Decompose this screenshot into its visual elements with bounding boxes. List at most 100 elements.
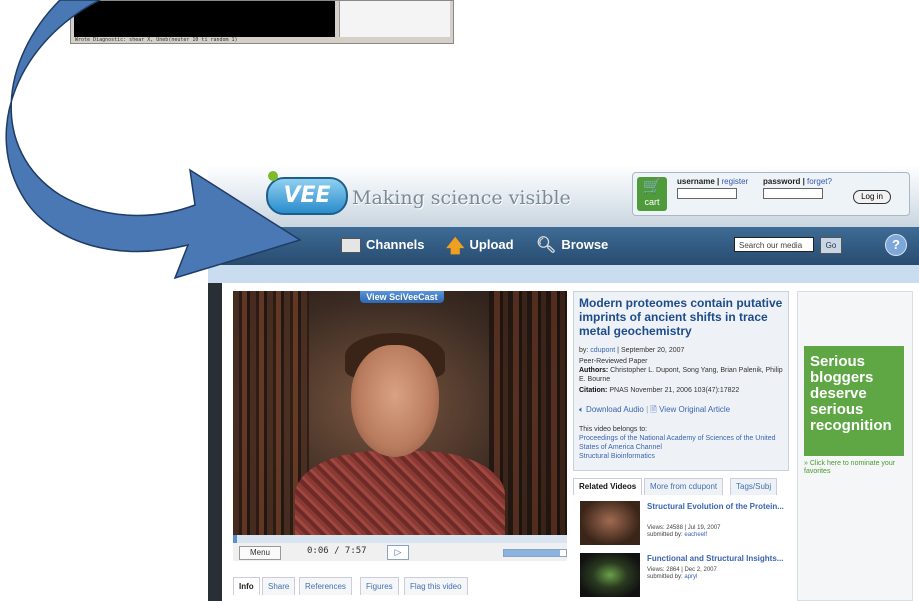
related-tabs: Related Videos More from cdupont Tags/Su… (573, 476, 789, 496)
nav-channels[interactable]: Channels (341, 237, 425, 254)
nav-browse-label: Browse (561, 237, 609, 252)
tab-share[interactable]: Share (262, 577, 296, 595)
volume-slider[interactable] (503, 549, 567, 557)
terminal-side-panel (339, 1, 450, 37)
download-audio-link[interactable]: Download Audio (586, 405, 644, 414)
username-label-row: username | register (677, 177, 749, 186)
channel-link[interactable]: Proceedings of the National Academy of S… (579, 434, 785, 452)
authors-label: Authors: (579, 367, 609, 374)
site-tagline: Making science visible (352, 187, 571, 209)
nav-upload[interactable]: 🡅 Upload (446, 235, 514, 256)
ad-banner[interactable]: Serious bloggers deserve serious recogni… (804, 346, 904, 456)
paper-type: Peer-Reviewed Paper (579, 358, 648, 365)
nav-upload-label: Upload (469, 237, 514, 252)
password-label-row: password | forget? (763, 177, 832, 186)
authors-value: Christopher L. Dupont, Song Yang, Brian … (579, 367, 783, 383)
nav-channels-label: Channels (366, 237, 425, 252)
terminal-window-fragment: Wrote Diagnostic: shear X, Uneb(neuter 1… (70, 0, 454, 44)
cart-button[interactable]: 🛒 cart (637, 177, 667, 211)
view-original-link[interactable]: View Original Article (659, 405, 730, 414)
sciveee-website: VEE Making science visible 🛒 cart userna… (208, 165, 919, 601)
magnifier-icon: 🔍︎ (536, 236, 557, 254)
tab-references[interactable]: References (299, 577, 352, 595)
speaker-icon: 🔈︎ (579, 405, 584, 414)
username-label: username (677, 177, 715, 186)
tab-info[interactable]: Info (233, 577, 260, 595)
video-thumbnail[interactable] (580, 501, 640, 545)
paper-title[interactable]: Modern proteomes contain putative imprin… (579, 296, 785, 338)
presenter-shirt (295, 451, 505, 543)
username-field[interactable] (677, 188, 737, 199)
nav-browse[interactable]: 🔍︎ Browse (536, 237, 608, 253)
tab-figures[interactable]: Figures (360, 577, 399, 595)
related-videos-list: Structural Evolution of the Protein... V… (577, 499, 789, 601)
by-label: by: (579, 347, 589, 354)
related-meta: Views: 24588 | Jul 19, 2007 (647, 525, 721, 531)
video-menu-button[interactable]: Menu (239, 546, 281, 560)
play-icon[interactable]: ▷ (387, 545, 409, 560)
login-box: 🛒 cart username | register password | fo… (632, 172, 910, 216)
video-controls: Menu 0:06 / 7:57 ▷ (233, 543, 567, 561)
ad-nominate-link[interactable]: » Click here to nominate your favorites (804, 460, 904, 476)
volume-fill (504, 550, 560, 556)
terminal-output-area (74, 1, 335, 37)
channel-sub-text[interactable]: Structural Bioinformatics (579, 453, 655, 460)
related-submitter-row: submitted by: apryl (647, 574, 787, 581)
submitted-label: submitted by: (647, 532, 683, 538)
tab-tags-subj[interactable]: Tags/Subj (730, 478, 778, 495)
tab-flag[interactable]: Flag this video (404, 577, 468, 595)
help-icon[interactable]: ? (885, 234, 907, 256)
logo-dot-icon (268, 171, 278, 181)
ad-sidebar: Serious bloggers deserve serious recogni… (797, 291, 913, 601)
paper-citation: Citation: PNAS November 21, 2006 103(47)… (579, 386, 785, 395)
submitter-link[interactable]: eacheelf (684, 532, 707, 538)
belongs-label: This video belongs to: (579, 426, 648, 433)
video-player[interactable]: View SciVeeCast (233, 291, 567, 543)
password-field[interactable] (763, 188, 823, 199)
related-title[interactable]: Structural Evolution of the Protein... (647, 502, 787, 512)
cart-label: cart (644, 197, 660, 207)
video-timecode: 0:06 / 7:57 (307, 546, 367, 556)
tv-icon (341, 238, 361, 254)
cart-icon: 🛒 (642, 178, 662, 195)
terminal-status-line: Wrote Diagnostic: shear X, Uneb(neuter 1… (75, 37, 238, 43)
related-submitter-row: submitted by: eacheelf (647, 532, 787, 539)
tab-more-from-cdupont[interactable]: More from cdupont (644, 478, 724, 495)
paper-date: September 20, 2007 (620, 347, 685, 354)
video-thumbnail[interactable] (580, 553, 640, 597)
submitter-link[interactable]: apryl (684, 574, 697, 580)
list-item[interactable]: Functional and Structural Insights... Vi… (577, 551, 789, 601)
register-link[interactable]: register (722, 177, 749, 186)
paper-info-panel: Modern proteomes contain putative imprin… (573, 291, 789, 471)
list-item[interactable]: Structural Evolution of the Protein... V… (577, 499, 789, 551)
video-progress-fill (233, 535, 238, 543)
document-icon: 🗎 (650, 405, 657, 414)
presenter-face (351, 345, 439, 457)
upload-arrow-icon: 🡅 (446, 235, 465, 256)
citation-value: PNAS November 21, 2006 103(47):17822 (609, 387, 740, 394)
forget-link[interactable]: forget? (807, 177, 832, 186)
author-link[interactable]: cdupont (590, 347, 615, 354)
password-label: password (763, 177, 801, 186)
related-meta: Views: 2864 | Dec 2, 2007 (647, 567, 717, 573)
channel-link-text[interactable]: Proceedings of the National Academy of S… (579, 435, 776, 451)
byline-separator: | (617, 347, 619, 354)
paper-byline: by: cdupont | September 20, 2007 (579, 346, 785, 355)
citation-label: Citation: (579, 387, 608, 394)
submitted-label: submitted by: (647, 574, 683, 580)
site-header: VEE Making science visible 🛒 cart userna… (208, 165, 919, 227)
search-input[interactable]: Search our media (734, 237, 814, 252)
channel-sub-link[interactable]: Structural Bioinformatics (579, 452, 785, 461)
main-nav-bar: Channels 🡅 Upload 🔍︎ Browse Search our med… (208, 227, 919, 265)
tab-related-videos[interactable]: Related Videos (573, 478, 643, 495)
related-title[interactable]: Functional and Structural Insights... (647, 554, 787, 564)
site-logo[interactable]: VEE (266, 177, 348, 215)
video-tabs: Info Share References Figures Flag this … (233, 575, 567, 595)
login-button[interactable]: Log in (853, 190, 891, 204)
subnav-bar (208, 265, 919, 283)
go-button[interactable]: Go (820, 237, 842, 254)
paper-authors: Authors: Christopher L. Dupont, Song Yan… (579, 366, 785, 384)
page-content: View SciVeeCast Menu 0:06 / 7:57 ▷ Info … (222, 283, 919, 601)
view-sciveecast-badge[interactable]: View SciVeeCast (360, 291, 444, 303)
video-scrubber[interactable] (233, 535, 567, 543)
